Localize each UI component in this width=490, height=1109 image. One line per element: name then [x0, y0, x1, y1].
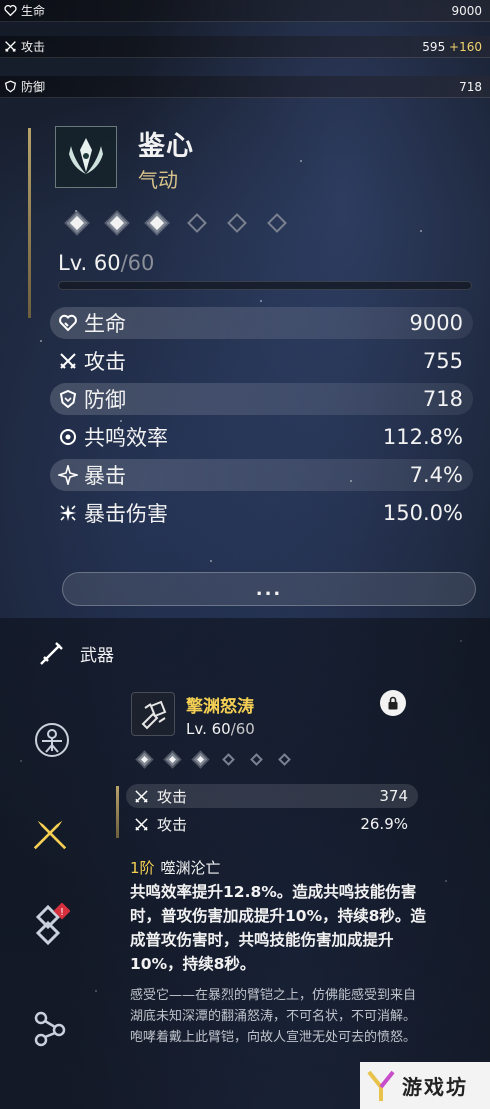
weapon-name: 擎渊怒涛	[186, 697, 254, 717]
stat-value: 26.9%	[360, 815, 408, 833]
stat-label: 暴击	[84, 464, 126, 488]
weapon-stat-atk: 攻击 374	[126, 784, 418, 808]
stat-value: 755	[422, 349, 463, 373]
rank-diamond-empty	[278, 753, 291, 766]
weapon-stat-atk-percent: 攻击 26.9%	[126, 812, 418, 836]
top-stat-value: 595	[422, 39, 446, 54]
weapon-section-header: 武器	[38, 639, 114, 667]
top-stat-label: 生命	[21, 4, 46, 18]
echo-level: Lv. 60/60	[58, 251, 154, 275]
echo-stat-atk: 攻击 755	[50, 345, 473, 377]
sidebar-tab-chain-icon[interactable]	[30, 1008, 70, 1048]
rank-diamond-filled	[67, 213, 87, 233]
crit-damage-icon	[60, 505, 76, 521]
sidebar-tab-weapon-icon[interactable]	[30, 815, 70, 855]
crossed-swords-icon	[135, 789, 148, 803]
stat-value: 7.4%	[409, 463, 463, 487]
weapon-thumbnail[interactable]	[131, 692, 175, 736]
stat-label: 生命	[84, 312, 126, 336]
skill-name: 噬渊沦亡	[160, 859, 221, 877]
xp-progress-bar	[58, 281, 472, 290]
shield-icon	[59, 389, 77, 409]
top-stat-def: 防御 718	[0, 76, 490, 98]
echo-stat-hp: 生命 9000	[50, 307, 473, 339]
svg-text:!: !	[60, 907, 64, 918]
echo-name: 鉴心	[138, 131, 194, 162]
watermark-logo: 游戏坊	[360, 1062, 490, 1109]
shield-icon	[4, 80, 17, 93]
stat-value: 9000	[409, 311, 463, 335]
stat-label: 暴击伤害	[84, 502, 168, 526]
level-current: Lv. 60	[58, 251, 121, 275]
weapon-category-icon	[40, 642, 63, 665]
rank-diamond-filled	[147, 213, 167, 233]
rank-diamond-empty	[222, 753, 235, 766]
stat-value: 718	[422, 387, 463, 411]
weapon-skill-title: 1阶 噬渊沦亡	[130, 857, 221, 878]
rank-diamond-empty	[187, 213, 207, 233]
weapon-level-max: /60	[230, 720, 255, 738]
rank-diamond-filled	[138, 753, 151, 766]
echo-emblem-icon	[69, 138, 103, 174]
more-options-button[interactable]: ...	[62, 572, 476, 606]
crossed-swords-icon	[5, 41, 16, 52]
weapon-level-current: Lv. 60	[186, 720, 231, 738]
crossed-swords-icon	[135, 817, 148, 831]
weapon-section-label: 武器	[80, 645, 114, 666]
echo-stat-def: 防御 718	[50, 383, 473, 415]
lock-icon	[388, 696, 398, 710]
stat-value: 374	[379, 787, 408, 805]
echo-stat-crit-damage: 暴击伤害 150.0%	[50, 497, 473, 529]
watermark-y-icon	[367, 1070, 395, 1101]
echo-subtitle: 气动	[138, 168, 178, 192]
level-max: 60	[127, 251, 155, 275]
gauntlet-icon	[141, 700, 167, 730]
skill-rank: 1阶	[130, 859, 155, 877]
top-stat-value: 718	[459, 79, 482, 94]
heart-icon	[4, 4, 17, 17]
weapon-skill-description: 共鸣效率提升12.8%。造成共鸣技能伤害时，普攻伤害加成提升10%，持续8秒。造…	[130, 883, 426, 973]
echo-portrait[interactable]	[55, 126, 117, 188]
rank-diamond-filled	[166, 753, 179, 766]
top-stat-hp: 生命 9000	[0, 0, 490, 22]
rank-diamond-filled	[194, 753, 207, 766]
stat-label: 攻击	[157, 787, 188, 806]
rank-diamond-empty	[267, 213, 287, 233]
level-separator: /	[120, 251, 128, 275]
sidebar-tab-echo-icon[interactable]: !	[30, 903, 70, 946]
stat-value: 150.0%	[382, 501, 463, 525]
stat-label: 共鸣效率	[84, 426, 168, 450]
rank-diamond-empty	[227, 213, 247, 233]
sidebar-tab-character-icon[interactable]	[32, 720, 72, 760]
watermark-text: 游戏坊	[402, 1075, 468, 1099]
top-stat-value: 9000	[451, 3, 482, 18]
top-stat-label: 攻击	[21, 40, 46, 54]
echo-accent-bar	[28, 128, 31, 318]
stat-label: 防御	[84, 388, 126, 412]
stat-value: 112.8%	[382, 425, 463, 449]
crit-icon	[58, 465, 78, 485]
echo-rank-indicator	[67, 213, 287, 233]
top-stat-bonus: +160	[449, 39, 482, 54]
crossed-swords-icon	[60, 353, 76, 369]
stat-label: 攻击	[84, 350, 126, 374]
echo-stat-energy-regen: 共鸣效率 112.8%	[50, 421, 473, 453]
rank-diamond-empty	[250, 753, 263, 766]
top-stat-atk: 攻击 595 +160	[0, 36, 490, 58]
weapon-level: Lv. 60/60	[186, 720, 255, 738]
stat-label: 攻击	[157, 815, 188, 834]
weapon-rank-indicator	[138, 753, 291, 766]
resonance-icon	[60, 429, 76, 445]
heart-icon	[59, 314, 77, 332]
weapon-lore-text: 感受它——在暴烈的臂铠之上，仿佛能感受到来自湖底未知深潭的翻涌怒涛，不可名状，不…	[130, 988, 417, 1045]
echo-stat-crit-rate: 暴击 7.4%	[50, 459, 473, 491]
lock-button[interactable]	[380, 690, 406, 716]
rank-diamond-filled	[107, 213, 127, 233]
top-stat-label: 防御	[21, 80, 46, 94]
weapon-accent-bar	[116, 786, 119, 838]
